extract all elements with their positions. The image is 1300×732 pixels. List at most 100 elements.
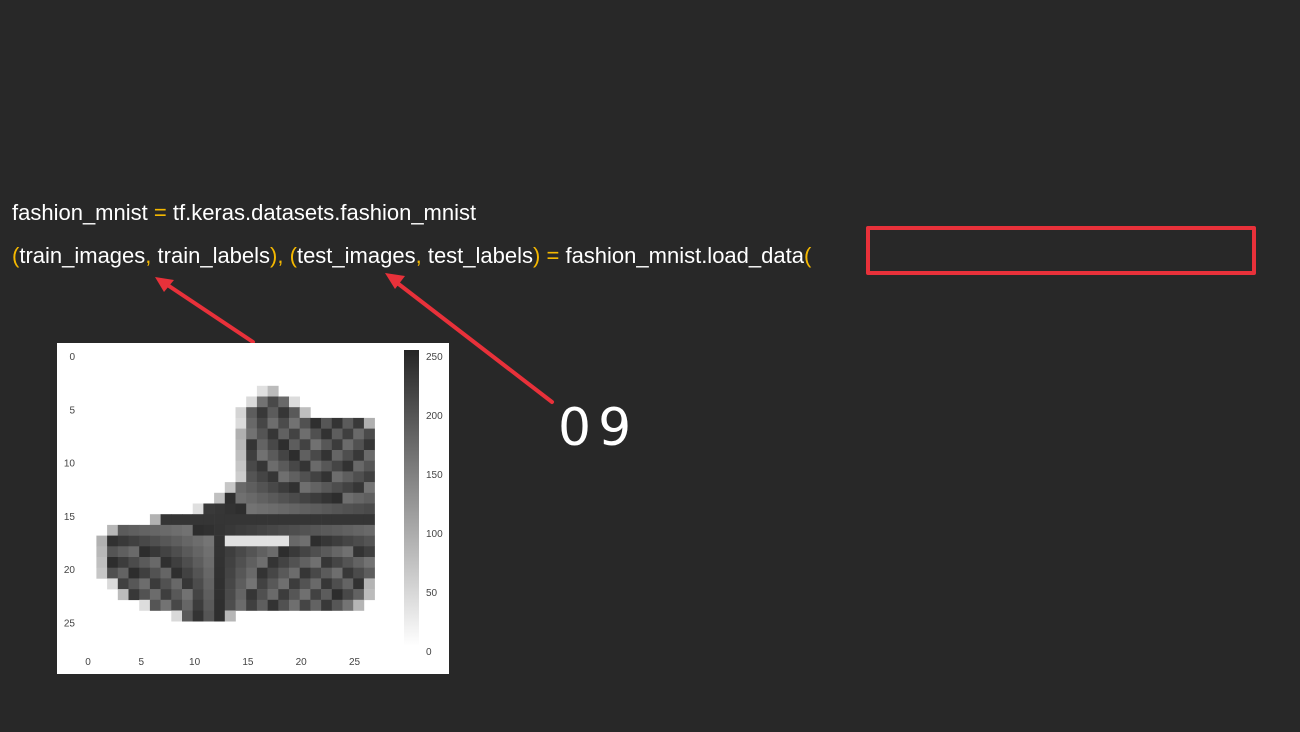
image-pixel bbox=[278, 492, 290, 504]
image-pixel bbox=[310, 599, 322, 611]
image-pixel bbox=[299, 450, 311, 461]
image-pixel bbox=[171, 567, 183, 579]
image-pixel bbox=[182, 514, 193, 526]
image-pixel bbox=[331, 450, 343, 461]
image-pixel bbox=[342, 557, 354, 568]
image-pixel bbox=[289, 557, 300, 568]
image-pixel bbox=[149, 514, 161, 526]
colorbar-tick-label: 250 bbox=[426, 352, 443, 363]
image-pixel bbox=[256, 417, 268, 429]
image-pixel bbox=[342, 428, 354, 440]
image-pixel bbox=[246, 535, 258, 547]
image-pixel bbox=[192, 557, 204, 568]
image-pixel bbox=[203, 546, 215, 558]
image-pixel bbox=[256, 535, 268, 547]
image-pixel bbox=[214, 546, 226, 558]
image-pixel bbox=[267, 546, 279, 558]
image-pixel bbox=[353, 599, 365, 611]
image-pixel bbox=[235, 460, 247, 472]
image-pixel bbox=[149, 524, 161, 536]
image-pixel bbox=[363, 535, 375, 547]
image-pixel bbox=[310, 546, 322, 558]
image-pixel bbox=[363, 589, 375, 601]
image-pixel bbox=[289, 546, 300, 558]
image-pixel bbox=[235, 557, 247, 568]
image-pixel bbox=[342, 492, 354, 504]
image-pixel bbox=[363, 557, 375, 568]
image-pixel bbox=[363, 524, 375, 536]
image-pixel bbox=[278, 557, 290, 568]
image-pixel bbox=[331, 417, 343, 429]
image-pixel bbox=[278, 567, 290, 579]
image-pixel bbox=[256, 482, 268, 494]
image-pixel bbox=[289, 567, 300, 579]
image-pixel bbox=[278, 482, 290, 494]
image-pixel bbox=[117, 589, 129, 601]
image-pixel bbox=[289, 524, 300, 536]
image-pixel bbox=[160, 557, 172, 568]
image-pixel bbox=[363, 439, 375, 451]
image-pixel bbox=[235, 514, 247, 526]
image-pixel bbox=[171, 557, 183, 568]
image-pixel bbox=[278, 599, 290, 611]
image-pixel bbox=[289, 471, 300, 483]
image-pixel bbox=[182, 557, 193, 568]
image-pixel bbox=[192, 503, 204, 515]
image-pixel bbox=[182, 599, 193, 611]
image-pixel bbox=[353, 546, 365, 558]
image-pixel bbox=[117, 557, 129, 568]
image-pixel bbox=[342, 460, 354, 472]
image-pixel bbox=[256, 524, 268, 536]
image-pixel bbox=[117, 524, 129, 536]
image-pixel bbox=[235, 578, 247, 590]
y-tick-label: 5 bbox=[69, 405, 75, 416]
image-pixel bbox=[331, 599, 343, 611]
image-pixel bbox=[363, 492, 375, 504]
image-pixel bbox=[149, 589, 161, 601]
colorbar-tick-label: 150 bbox=[426, 470, 443, 481]
image-pixel bbox=[331, 503, 343, 515]
image-pixel bbox=[182, 535, 193, 547]
image-pixel bbox=[171, 524, 183, 536]
image-pixel bbox=[139, 524, 151, 536]
image-pixel bbox=[224, 535, 236, 547]
image-pixel bbox=[342, 514, 354, 526]
image-pixel bbox=[310, 471, 322, 483]
image-pixel bbox=[235, 524, 247, 536]
image-pixel bbox=[246, 417, 258, 429]
image-pixel bbox=[353, 567, 365, 579]
image-pixel bbox=[256, 471, 268, 483]
image-pixel bbox=[331, 589, 343, 601]
image-pixel bbox=[363, 417, 375, 429]
image-pixel bbox=[267, 524, 279, 536]
image-pixel bbox=[342, 524, 354, 536]
image-pixel bbox=[171, 514, 183, 526]
colorbar-tick-label: 200 bbox=[426, 411, 443, 422]
image-pixel bbox=[256, 546, 268, 558]
image-pixel bbox=[256, 460, 268, 472]
image-pixel bbox=[149, 578, 161, 590]
image-pixel bbox=[267, 439, 279, 451]
image-pixel bbox=[149, 557, 161, 568]
image-pixel bbox=[214, 503, 226, 515]
image-pixel bbox=[139, 546, 151, 558]
image-pixel bbox=[267, 471, 279, 483]
colorbar-tick-label: 0 bbox=[426, 647, 432, 658]
image-pixel bbox=[299, 535, 311, 547]
image-pixel bbox=[278, 471, 290, 483]
colorbar bbox=[404, 350, 419, 646]
image-pixel bbox=[331, 492, 343, 504]
image-pixel bbox=[342, 546, 354, 558]
image-pixel bbox=[203, 610, 215, 622]
image-pixel bbox=[321, 557, 333, 568]
image-pixel bbox=[256, 428, 268, 440]
image-pixel bbox=[299, 589, 311, 601]
image-pixel bbox=[289, 514, 300, 526]
image-pixel bbox=[107, 557, 119, 568]
image-pixel bbox=[299, 503, 311, 515]
image-pixel bbox=[182, 546, 193, 558]
image-pixel bbox=[246, 450, 258, 461]
image-pixel bbox=[342, 482, 354, 494]
x-tick-label: 25 bbox=[349, 657, 361, 668]
image-pixel bbox=[342, 450, 354, 461]
